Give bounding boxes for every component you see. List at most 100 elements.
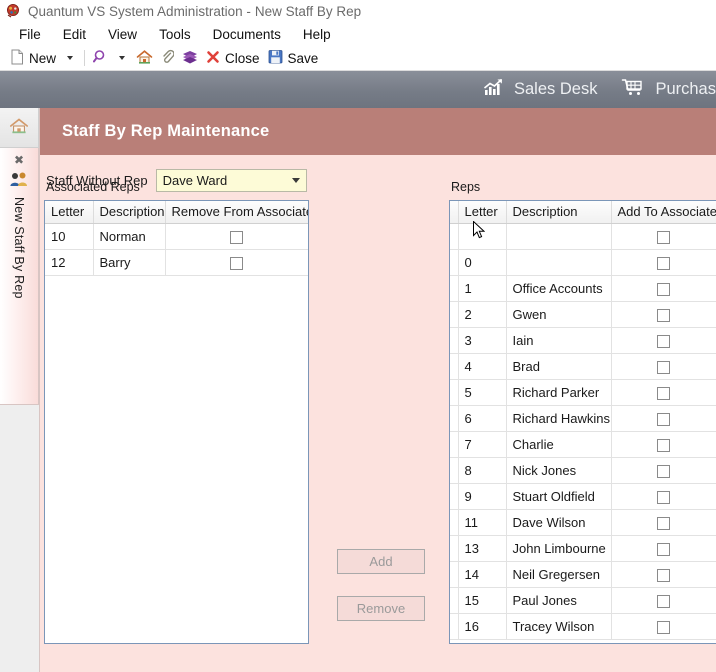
table-row[interactable]: 6 Richard Hawkins bbox=[450, 405, 716, 432]
add-to-associated-checkbox[interactable] bbox=[657, 594, 670, 608]
column-header-description[interactable]: Description bbox=[506, 201, 612, 224]
table-row[interactable]: 9 Stuart Oldfield bbox=[450, 483, 716, 510]
cell-row-selector[interactable] bbox=[450, 327, 459, 354]
cell-letter[interactable]: 4 bbox=[458, 353, 507, 380]
table-row[interactable]: 7 Charlie bbox=[450, 431, 716, 458]
close-x-icon[interactable]: ✖ bbox=[14, 154, 24, 166]
remove-from-associated-checkbox[interactable] bbox=[230, 230, 243, 244]
new-button[interactable]: New bbox=[6, 47, 60, 69]
table-row[interactable]: 0 bbox=[450, 249, 716, 276]
menu-item-help[interactable]: Help bbox=[292, 25, 342, 44]
column-header-letter[interactable]: Letter bbox=[458, 201, 507, 224]
cell-row-selector[interactable] bbox=[450, 223, 459, 250]
associated-reps-grid[interactable]: Letter Description Remove From Associate… bbox=[44, 200, 309, 644]
column-header-remove-from-associated[interactable]: Remove From Associated bbox=[165, 201, 308, 224]
cell-add-to-associated[interactable] bbox=[611, 301, 716, 328]
add-to-associated-checkbox[interactable] bbox=[657, 334, 670, 348]
search-dropdown-chevron-down-icon[interactable] bbox=[119, 56, 126, 60]
close-button[interactable]: Close bbox=[202, 47, 264, 69]
add-to-associated-checkbox[interactable] bbox=[657, 490, 670, 504]
table-row[interactable]: 16 Tracey Wilson bbox=[450, 613, 716, 640]
table-row[interactable]: 5 Richard Parker bbox=[450, 379, 716, 406]
table-row[interactable]: 1 Office Accounts bbox=[450, 275, 716, 302]
tab-new-staff-by-rep[interactable]: ✖ New Staff By Rep bbox=[0, 148, 39, 405]
cell-row-selector[interactable] bbox=[450, 431, 459, 458]
remove-button[interactable]: Remove bbox=[337, 596, 425, 621]
cell-letter[interactable]: 11 bbox=[458, 509, 507, 536]
cell-description[interactable]: Stuart Oldfield bbox=[506, 483, 612, 510]
tab-home[interactable] bbox=[0, 108, 39, 148]
cell-description[interactable]: Gwen bbox=[506, 301, 612, 328]
cell-letter[interactable]: 6 bbox=[458, 405, 507, 432]
cell-add-to-associated[interactable] bbox=[611, 275, 716, 302]
cell-row-selector[interactable] bbox=[450, 379, 459, 406]
table-row[interactable]: 14 Neil Gregersen bbox=[450, 561, 716, 588]
cell-add-to-associated[interactable] bbox=[611, 327, 716, 354]
cell-row-selector[interactable] bbox=[450, 275, 459, 302]
table-row[interactable]: 15 Paul Jones bbox=[450, 587, 716, 614]
cell-description[interactable] bbox=[506, 223, 612, 250]
cell-row-selector[interactable] bbox=[450, 405, 459, 432]
cell-row-selector[interactable] bbox=[450, 535, 459, 562]
add-to-associated-checkbox[interactable] bbox=[657, 568, 670, 582]
cell-description[interactable]: John Limbourne bbox=[506, 535, 612, 562]
cell-add-to-associated[interactable] bbox=[611, 561, 716, 588]
cell-row-selector[interactable] bbox=[450, 457, 459, 484]
add-to-associated-checkbox[interactable] bbox=[657, 360, 670, 374]
add-to-associated-checkbox[interactable] bbox=[657, 256, 670, 270]
cell-row-selector[interactable] bbox=[450, 353, 459, 380]
cell-letter[interactable]: 16 bbox=[458, 613, 507, 640]
cell-description[interactable]: Brad bbox=[506, 353, 612, 380]
ribbon-item-sales-desk[interactable]: Sales Desk bbox=[470, 71, 609, 108]
cell-add-to-associated[interactable] bbox=[611, 457, 716, 484]
column-header-description[interactable]: Description bbox=[93, 201, 166, 224]
cell-row-selector[interactable] bbox=[450, 509, 459, 536]
cell-add-to-associated[interactable] bbox=[611, 379, 716, 406]
cell-letter[interactable]: 7 bbox=[458, 431, 507, 458]
add-to-associated-checkbox[interactable] bbox=[657, 464, 670, 478]
add-to-associated-checkbox[interactable] bbox=[657, 308, 670, 322]
cell-description[interactable] bbox=[506, 249, 612, 276]
cell-letter[interactable]: 5 bbox=[458, 379, 507, 406]
menu-item-file[interactable]: File bbox=[8, 25, 52, 44]
cell-letter[interactable]: 3 bbox=[458, 327, 507, 354]
menu-item-tools[interactable]: Tools bbox=[148, 25, 202, 44]
remove-from-associated-checkbox[interactable] bbox=[230, 256, 243, 270]
cell-letter[interactable]: 0 bbox=[458, 249, 507, 276]
cell-add-to-associated[interactable] bbox=[611, 353, 716, 380]
cell-remove-from-associated[interactable] bbox=[165, 223, 308, 250]
cell-description[interactable]: Iain bbox=[506, 327, 612, 354]
book-button[interactable] bbox=[178, 47, 202, 69]
add-to-associated-checkbox[interactable] bbox=[657, 230, 670, 244]
cell-description[interactable]: Richard Hawkins bbox=[506, 405, 612, 432]
table-row[interactable]: 13 John Limbourne bbox=[450, 535, 716, 562]
cell-row-selector[interactable] bbox=[450, 301, 459, 328]
cell-letter[interactable]: 8 bbox=[458, 457, 507, 484]
search-button[interactable] bbox=[89, 47, 112, 69]
cell-letter[interactable]: 13 bbox=[458, 535, 507, 562]
add-to-associated-checkbox[interactable] bbox=[657, 516, 670, 530]
column-header-add-to-associated[interactable]: Add To Associated bbox=[611, 201, 716, 224]
add-to-associated-checkbox[interactable] bbox=[657, 386, 670, 400]
table-row[interactable]: 11 Dave Wilson bbox=[450, 509, 716, 536]
cell-letter[interactable]: 12 bbox=[45, 249, 94, 276]
cell-description[interactable]: Office Accounts bbox=[506, 275, 612, 302]
table-row[interactable] bbox=[450, 223, 716, 250]
cell-description[interactable]: Neil Gregersen bbox=[506, 561, 612, 588]
cell-letter[interactable]: 15 bbox=[458, 587, 507, 614]
column-header-letter[interactable]: Letter bbox=[45, 201, 94, 224]
cell-description[interactable]: Richard Parker bbox=[506, 379, 612, 406]
cell-letter[interactable]: 9 bbox=[458, 483, 507, 510]
cell-add-to-associated[interactable] bbox=[611, 405, 716, 432]
cell-add-to-associated[interactable] bbox=[611, 613, 716, 640]
cell-add-to-associated[interactable] bbox=[611, 535, 716, 562]
home-button[interactable] bbox=[132, 47, 157, 69]
cell-description[interactable]: Norman bbox=[93, 223, 166, 250]
save-button[interactable]: Save bbox=[264, 47, 323, 69]
table-row[interactable]: 2 Gwen bbox=[450, 301, 716, 328]
cell-description[interactable]: Charlie bbox=[506, 431, 612, 458]
cell-add-to-associated[interactable] bbox=[611, 223, 716, 250]
cell-add-to-associated[interactable] bbox=[611, 431, 716, 458]
table-row[interactable]: 12 Barry bbox=[45, 249, 308, 276]
add-to-associated-checkbox[interactable] bbox=[657, 412, 670, 426]
